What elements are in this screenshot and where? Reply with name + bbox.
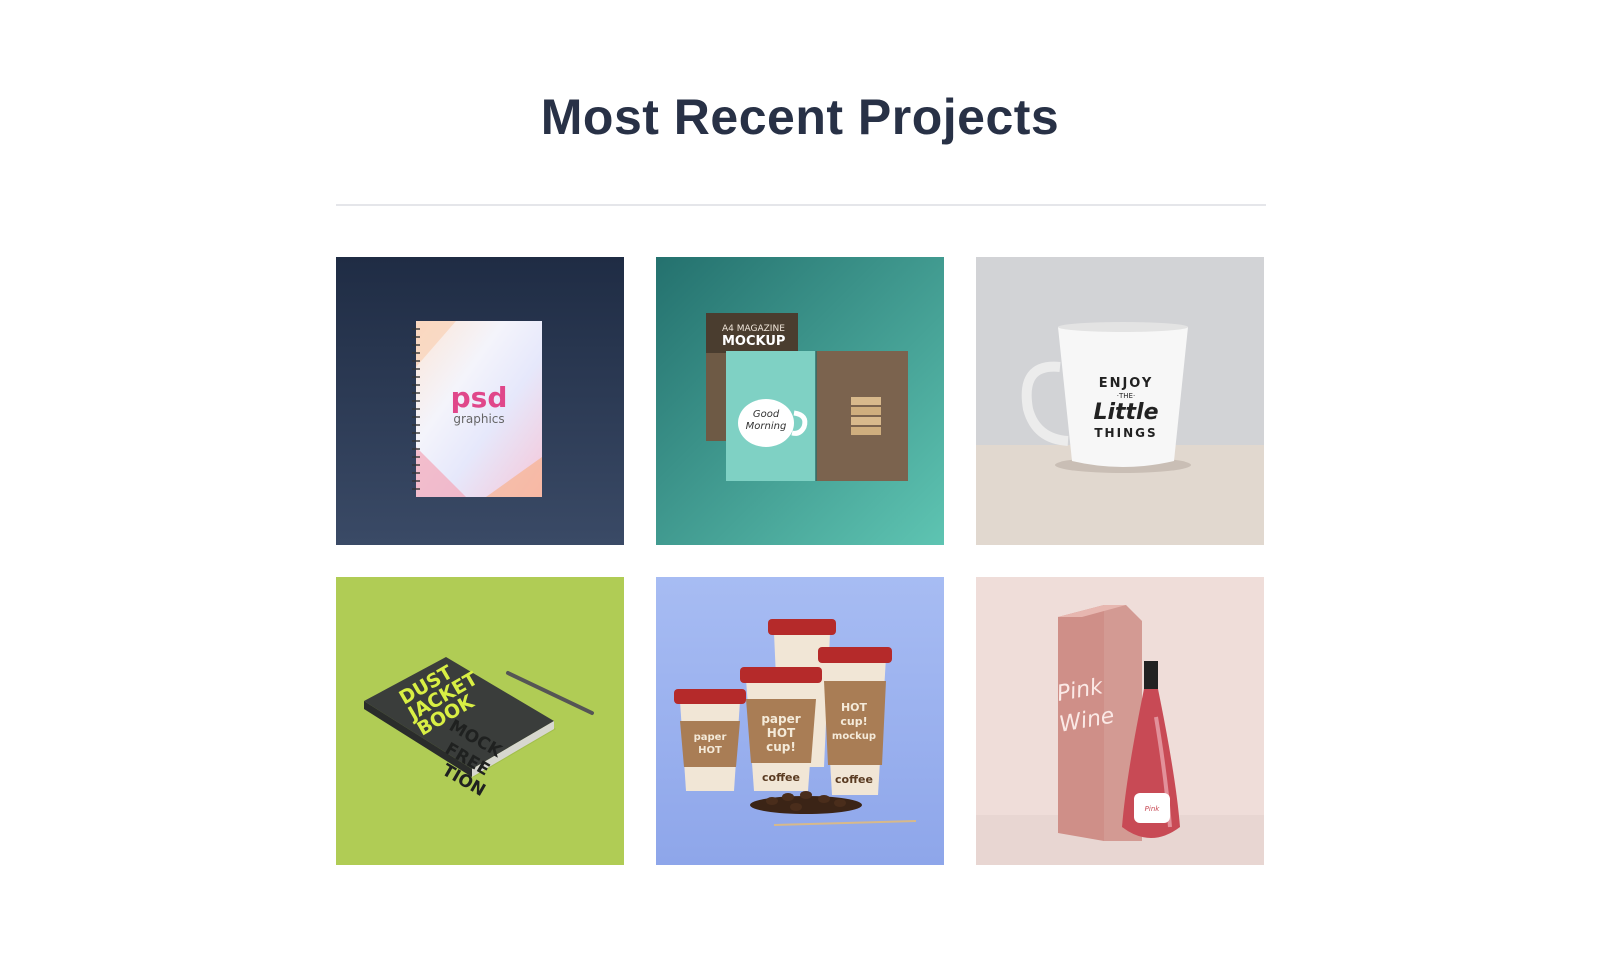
project-card-wine[interactable]: Pink Wine Pink	[976, 577, 1264, 865]
wine-mockup-image: Pink Wine Pink	[976, 577, 1264, 865]
magazine-mockup-image: A4 MAGAZINE MOCKUP Good Morning	[656, 257, 944, 545]
projects-grid: psd graphics A4 MAGAZINE MOCKUP Good Mor…	[336, 257, 1264, 865]
svg-text:cup!: cup!	[766, 740, 796, 754]
project-card-magazine[interactable]: A4 MAGAZINE MOCKUP Good Morning	[656, 257, 944, 545]
svg-text:Pink: Pink	[1145, 805, 1161, 813]
svg-text:psd: psd	[451, 381, 508, 414]
svg-text:coffee: coffee	[835, 773, 873, 786]
section-title: Most Recent Projects	[540, 89, 1060, 145]
svg-text:HOT: HOT	[841, 701, 868, 714]
svg-text:Good: Good	[753, 409, 780, 420]
svg-text:coffee: coffee	[762, 771, 800, 784]
project-card-coffee-cups[interactable]: paper HOT paper HOT cup! coffee HOT cup!…	[656, 577, 944, 865]
svg-text:Little: Little	[1093, 400, 1158, 425]
svg-text:HOT: HOT	[698, 745, 722, 756]
project-card-book[interactable]: DUST JACKET BOOK MOCK FREE TION	[336, 577, 624, 865]
svg-text:A4 MAGAZINE: A4 MAGAZINE	[722, 324, 785, 334]
svg-text:cup!: cup!	[840, 715, 867, 728]
svg-text:Morning: Morning	[746, 421, 787, 432]
svg-text:mockup: mockup	[832, 731, 876, 742]
svg-text:graphics: graphics	[453, 412, 504, 426]
svg-text:ENJOY: ENJOY	[1099, 376, 1154, 391]
coffee-cups-mockup-image: paper HOT paper HOT cup! coffee HOT cup!…	[656, 577, 944, 865]
section-divider	[336, 204, 1266, 206]
svg-text:THINGS: THINGS	[1094, 426, 1157, 440]
svg-text:·THE·: ·THE·	[1117, 392, 1135, 400]
svg-text:HOT: HOT	[767, 726, 796, 740]
svg-text:paper: paper	[761, 712, 800, 726]
notebook-mockup-image: psd graphics	[336, 257, 624, 545]
svg-text:MOCKUP: MOCKUP	[722, 334, 785, 349]
project-card-mug[interactable]: ENJOY ·THE· Little THINGS	[976, 257, 1264, 545]
mug-mockup-image: ENJOY ·THE· Little THINGS	[976, 257, 1264, 545]
book-mockup-image: DUST JACKET BOOK MOCK FREE TION	[336, 577, 624, 865]
project-card-notebook[interactable]: psd graphics	[336, 257, 624, 545]
svg-text:paper: paper	[694, 732, 727, 743]
